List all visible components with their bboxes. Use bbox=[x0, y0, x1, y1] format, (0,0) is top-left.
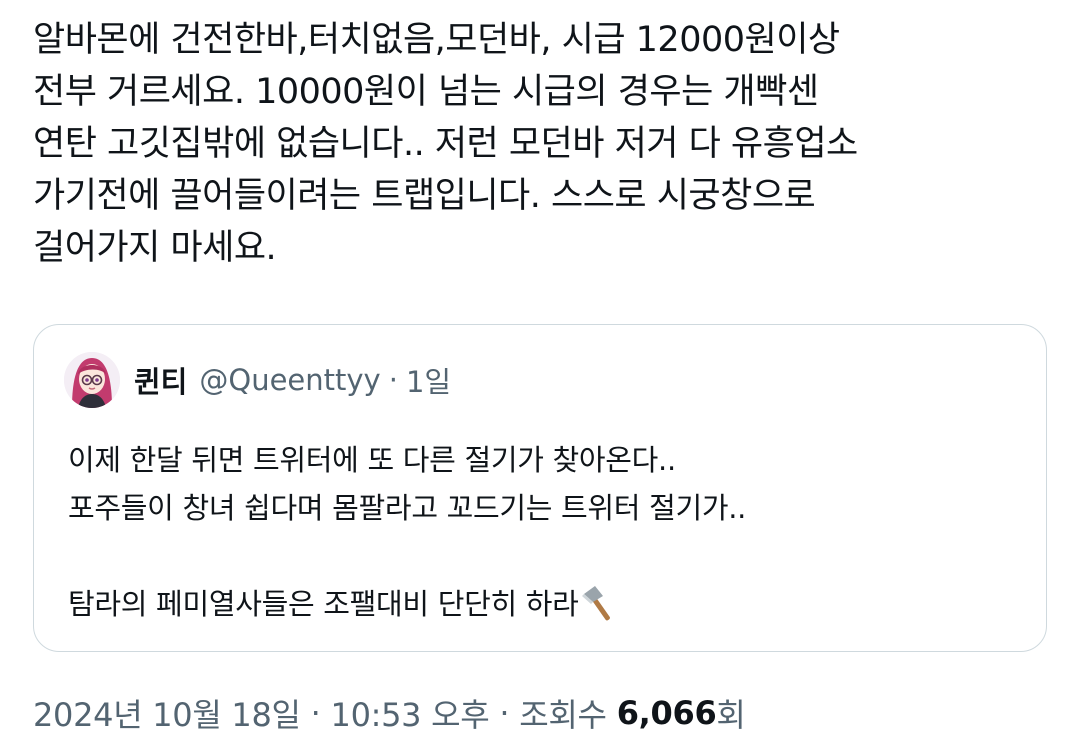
author-name[interactable]: 퀸티 bbox=[134, 359, 187, 401]
quoted-tweet-time[interactable]: 1일 bbox=[406, 359, 451, 401]
quoted-tweet-card[interactable]: 퀸티 @Queenttyy · 1일 이제 한달 뒤면 트위터에 또 다른 절기… bbox=[33, 324, 1047, 652]
quoted-tweet-header: 퀸티 @Queenttyy · 1일 bbox=[64, 352, 451, 408]
tweet-text-line: 가기전에 끌어들이려는 트랩입니다. 스스로 시궁창으로 bbox=[33, 176, 816, 216]
author-handle[interactable]: @Queenttyy bbox=[199, 363, 380, 397]
views-count[interactable]: 6,066 bbox=[617, 694, 717, 732]
separator-dot: · bbox=[388, 363, 398, 397]
quoted-tweet-line-with-emoji: 탐라의 페미열사들은 조팰대비 단단히 하라 bbox=[68, 580, 1028, 628]
separator-dot: · bbox=[310, 694, 321, 732]
tweet-date[interactable]: 2024년 10월 18일 bbox=[33, 690, 301, 736]
tweet-text-line: 연탄 고깃집밖에 없습니다.. 저런 모던바 저거 다 유흥업소 bbox=[33, 124, 858, 164]
separator-dot: · bbox=[499, 694, 510, 732]
views-suffix: 회 bbox=[716, 696, 746, 734]
quoted-tweet-line: 이제 한달 뒤면 트위터에 또 다른 절기가 찾아온다.. bbox=[68, 443, 676, 477]
views-label: 조회수 bbox=[519, 696, 607, 734]
tweet-text-line: 전부 거르세요. 10000원이 넘는 시급의 경우는 개빡센 bbox=[33, 72, 819, 112]
axe-icon bbox=[581, 586, 610, 621]
quoted-tweet-blank-line bbox=[68, 532, 1028, 580]
tweet-text: 알바몬에 건전한바,터치없음,모던바, 시급 12000원이상 전부 거르세요.… bbox=[33, 14, 1033, 274]
tweet-text-line: 걸어가지 마세요. bbox=[33, 228, 277, 268]
tweet-meta: 2024년 10월 18일 · 10:53 오후 · 조회수 6,066 회 bbox=[33, 690, 746, 736]
quoted-tweet-line: 탐라의 페미열사들은 조팰대비 단단히 하라 bbox=[68, 587, 579, 621]
quoted-tweet-line: 포주들이 창녀 쉽다며 몸팔라고 꼬드기는 트위터 절기가.. bbox=[68, 491, 747, 525]
avatar[interactable] bbox=[64, 352, 120, 408]
quoted-tweet-text: 이제 한달 뒤면 트위터에 또 다른 절기가 찾아온다.. 포주들이 창녀 쉽다… bbox=[68, 436, 1028, 628]
avatar-image bbox=[64, 352, 120, 408]
tweet-text-line: 알바몬에 건전한바,터치없음,모던바, 시급 12000원이상 bbox=[33, 20, 840, 60]
tweet-time[interactable]: 10:53 오후 bbox=[331, 690, 490, 736]
